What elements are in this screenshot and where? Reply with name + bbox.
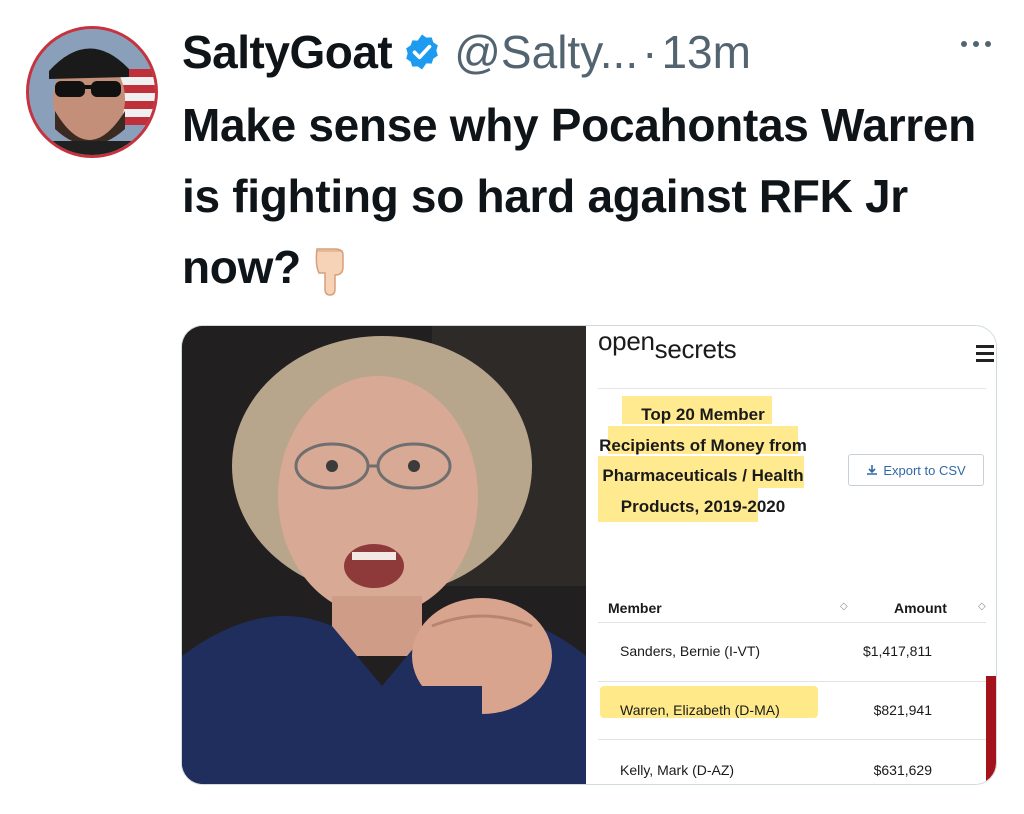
- logo-secrets-text: secrets: [654, 334, 737, 364]
- row-divider: [598, 681, 986, 682]
- column-header-amount[interactable]: Amount: [894, 600, 947, 616]
- avatar-image: [29, 29, 155, 155]
- tweet-header: SaltyGoat @Salty... · 13m: [182, 22, 751, 82]
- logo-open-text: open: [598, 326, 655, 356]
- amount-bar: [986, 676, 996, 784]
- row-member[interactable]: Sanders, Bernie (I-VT): [620, 643, 760, 659]
- more-options-icon[interactable]: [956, 28, 996, 58]
- user-handle[interactable]: @Salty...: [454, 25, 638, 79]
- photo-left[interactable]: [182, 326, 586, 784]
- sort-amount-icon[interactable]: ◇: [978, 601, 986, 612]
- row-amount: $1,417,811: [862, 643, 932, 659]
- column-header-member[interactable]: Member: [608, 600, 662, 616]
- row-amount: $631,629: [873, 762, 932, 778]
- verified-badge-icon: [406, 34, 439, 70]
- export-csv-button[interactable]: Export to CSV: [848, 454, 984, 486]
- opensecrets-logo[interactable]: opensecrets: [598, 326, 737, 365]
- tweet-body: Make sense why Pocahontas Warren is figh…: [182, 99, 976, 293]
- media-card[interactable]: opensecrets Top 20 Member Recipients of …: [181, 325, 997, 785]
- display-name[interactable]: SaltyGoat: [182, 25, 393, 79]
- row-amount: $821,941: [873, 702, 932, 718]
- user-avatar[interactable]: [26, 26, 158, 158]
- row-divider: [598, 739, 986, 740]
- tweet-timestamp[interactable]: 13m: [661, 25, 750, 79]
- export-label: Export to CSV: [883, 462, 966, 478]
- header-divider: [598, 388, 986, 389]
- hamburger-menu-icon[interactable]: [976, 345, 994, 366]
- pointing-down-hand-icon: [309, 245, 349, 297]
- header-row-divider: [598, 622, 986, 623]
- sort-member-icon[interactable]: ◇: [840, 601, 848, 612]
- row-member[interactable]: Warren, Elizabeth (D-MA): [620, 702, 780, 718]
- separator-dot: ·: [642, 26, 658, 78]
- person-photo: [182, 326, 586, 784]
- table-title: Top 20 Member Recipients of Money from P…: [599, 405, 807, 516]
- opensecrets-panel: opensecrets Top 20 Member Recipients of …: [586, 326, 996, 784]
- download-icon: [867, 465, 878, 475]
- tweet-text: Make sense why Pocahontas Warren is figh…: [182, 90, 982, 303]
- row-member[interactable]: Kelly, Mark (D-AZ): [620, 762, 734, 778]
